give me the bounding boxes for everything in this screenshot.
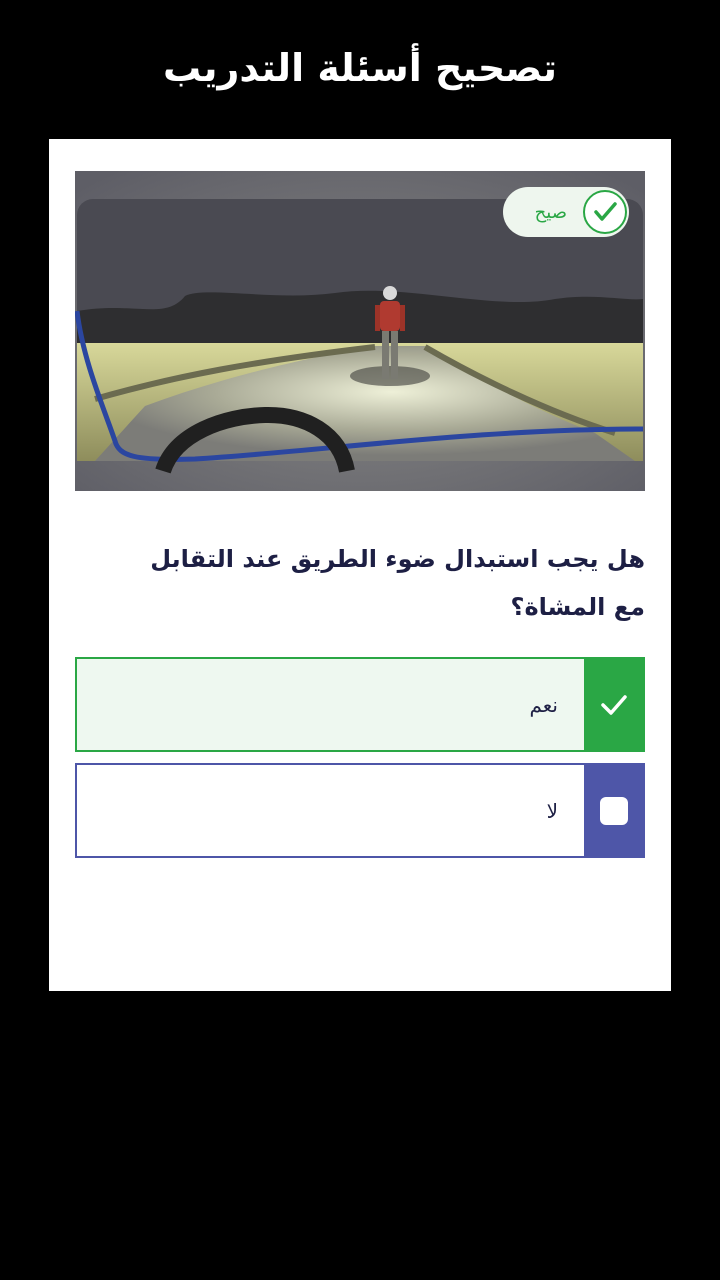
answer-option-no[interactable]: لا <box>75 763 645 858</box>
check-circle-icon <box>583 190 627 234</box>
question-image: صيح <box>75 171 645 491</box>
result-badge-label: صيح <box>534 201 567 223</box>
answer-marker-no[interactable] <box>584 765 643 856</box>
empty-checkbox-icon <box>599 796 628 825</box>
answer-marker-yes[interactable] <box>584 659 643 750</box>
question-text: هل يجب استبدال ضوء الطريق عند التقابل مع… <box>150 545 645 621</box>
answer-option-yes[interactable]: نعم <box>75 657 645 752</box>
answer-label-no: لا <box>546 798 558 823</box>
page-title: تصحيح أسئلة التدريب <box>162 46 558 90</box>
answer-label-yes: نعم <box>529 692 558 717</box>
check-icon <box>600 694 627 715</box>
result-badge: صيح <box>503 187 629 237</box>
question-card: صيح هل يجب استبدال ضوء الطريق عند التقاب… <box>49 139 671 991</box>
